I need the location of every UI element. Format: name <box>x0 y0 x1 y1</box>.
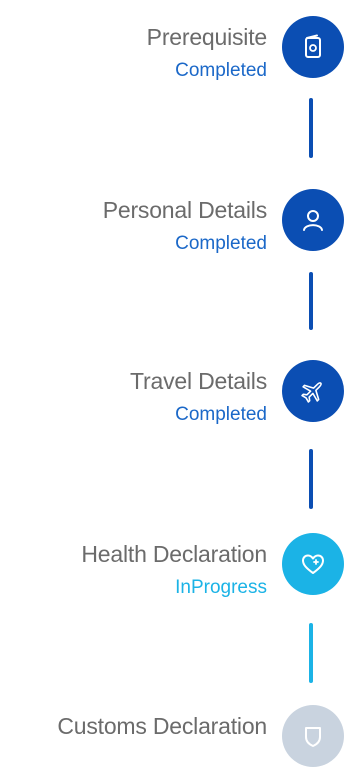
step-travel-details[interactable]: Travel Details Completed <box>0 360 347 440</box>
step-circle[interactable] <box>282 360 344 422</box>
step-status: Completed <box>175 60 267 81</box>
step-circle[interactable] <box>282 189 344 251</box>
step-circle[interactable] <box>282 533 344 595</box>
step-text: Customs Declaration <box>57 711 267 741</box>
step-status: Completed <box>175 233 267 254</box>
step-status: Completed <box>175 404 267 425</box>
step-connector <box>309 623 313 683</box>
step-personal-details[interactable]: Personal Details Completed <box>0 189 347 269</box>
user-icon <box>303 210 323 231</box>
step-title: Travel Details <box>130 368 267 394</box>
step-connector <box>309 272 313 330</box>
airplane-icon <box>301 382 322 403</box>
progress-stepper: Prerequisite Completed Personal Details … <box>0 0 347 779</box>
step-text: Personal Details Completed <box>103 195 267 257</box>
step-text: Prerequisite Completed <box>146 22 268 84</box>
step-status: InProgress <box>175 577 267 598</box>
step-prerequisite[interactable]: Prerequisite Completed <box>0 16 347 96</box>
step-text: Travel Details Completed <box>130 366 267 428</box>
step-circle[interactable] <box>282 705 344 767</box>
shield-icon <box>305 727 321 747</box>
step-title: Health Declaration <box>81 541 267 567</box>
step-title: Personal Details <box>102 197 267 223</box>
step-health-declaration[interactable]: Health Declaration InProgress <box>0 533 347 613</box>
step-circle[interactable] <box>282 16 344 78</box>
heart-plus-icon <box>302 554 324 574</box>
step-connector <box>309 449 313 509</box>
step-title: Customs Declaration <box>57 713 267 739</box>
passport-icon <box>305 34 321 58</box>
step-customs-declaration[interactable]: Customs Declaration <box>0 705 347 779</box>
step-title: Prerequisite <box>146 24 268 50</box>
step-connector <box>309 98 313 158</box>
step-text: Health Declaration InProgress <box>81 539 267 601</box>
